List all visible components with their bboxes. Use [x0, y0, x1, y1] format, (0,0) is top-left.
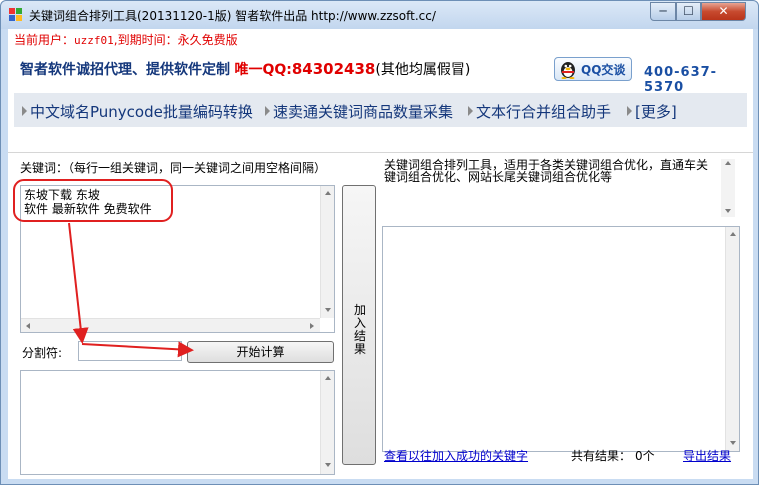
start-calculate-button[interactable]: 开始计算 — [187, 341, 334, 363]
chevron-right-icon — [468, 106, 473, 116]
chevron-right-icon — [22, 106, 27, 116]
nav-item-aliexpress[interactable]: 速卖通关键词商品数量采集 — [273, 101, 453, 122]
scroll-right-icon[interactable] — [310, 323, 314, 329]
calc-output-textarea[interactable] — [20, 370, 335, 475]
minimize-button[interactable]: ─ — [650, 2, 676, 21]
app-window: 关键词组合排列工具(20131120-1版) 智者软件出品 http://www… — [0, 0, 759, 485]
results-textarea[interactable] — [382, 226, 740, 452]
output-vscroll[interactable] — [320, 371, 334, 474]
promo-slogan: 智者软件诚招代理、提供软件定制 — [20, 62, 230, 78]
keywords-textarea[interactable]: 东坡下载 东坡 软件 最新软件 免费软件 — [20, 185, 335, 333]
result-count-label: 共有结果： — [571, 449, 632, 463]
separator-input[interactable] — [78, 341, 182, 361]
expire-label: ,到期时间： — [113, 33, 178, 47]
qq-prefix: 唯一QQ: — [234, 62, 292, 78]
promo-suffix: (其他均属假冒) — [375, 62, 471, 78]
promo-line: 智者软件诚招代理、提供软件定制 唯一QQ:84302438(其他均属假冒) — [20, 59, 470, 79]
separator-label: 分割符: — [22, 346, 63, 360]
add-result-button[interactable]: 加入结果 — [342, 185, 376, 465]
qq-penguin-icon — [561, 62, 575, 79]
tool-description: 关键词组合排列工具，适用于各类关键词组合优化，直通车关键词组合优化、网站长尾关键… — [384, 158, 709, 184]
qq-number: 84302438 — [291, 60, 376, 78]
nav-item-text-merge[interactable]: 文本行合并组合助手 — [476, 101, 611, 122]
nav-bar: 中文域名Punycode批量编码转换 速卖通关键词商品数量采集 文本行合并组合助… — [14, 93, 747, 127]
nav-item-more[interactable]: [更多] — [635, 101, 677, 122]
user-status-line: 当前用户：uzzf01,到期时间：永久免费版 — [14, 31, 238, 48]
scroll-down-icon[interactable] — [725, 209, 731, 213]
app-icon — [9, 8, 23, 22]
scroll-up-icon[interactable] — [325, 376, 331, 380]
expire-value: 永久免费版 — [177, 33, 238, 47]
keywords-vscroll[interactable] — [320, 186, 334, 318]
scroll-up-icon[interactable] — [730, 232, 736, 236]
close-button[interactable]: ✕ — [701, 2, 746, 21]
nav-item-punycode[interactable]: 中文域名Punycode批量编码转换 — [30, 101, 253, 122]
scroll-down-icon[interactable] — [730, 441, 736, 445]
user-label: 当前用户： — [14, 33, 75, 47]
export-link[interactable]: 导出结果 — [683, 447, 731, 464]
chevron-right-icon — [627, 106, 632, 116]
scroll-up-icon[interactable] — [325, 191, 331, 195]
result-count: 共有结果： 0个 — [571, 447, 655, 464]
window-title: 关键词组合排列工具(20131120-1版) 智者软件出品 http://www… — [29, 9, 436, 23]
divider — [8, 152, 753, 153]
results-vscroll[interactable] — [725, 227, 739, 451]
phone-number: 400-637-5370 — [644, 65, 718, 95]
user-name: uzzf01 — [74, 34, 114, 47]
history-link[interactable]: 查看以往加入成功的关键字 — [384, 447, 528, 464]
keywords-hscroll[interactable] — [21, 318, 320, 332]
keywords-line-1: 东坡下载 东坡 — [24, 188, 100, 202]
add-result-label: 加入结果 — [353, 303, 366, 356]
keywords-line-2: 软件 最新软件 免费软件 — [24, 202, 152, 216]
scroll-down-icon[interactable] — [325, 308, 331, 312]
qq-chat-label: QQ交谈 — [581, 63, 626, 77]
client-area: 当前用户：uzzf01,到期时间：永久免费版 智者软件诚招代理、提供软件定制 唯… — [8, 29, 753, 479]
keywords-label: 关键词：（每行一组关键词，同一关键词之间用空格间隔） — [20, 161, 327, 175]
title-bar[interactable]: 关键词组合排列工具(20131120-1版) 智者软件出品 http://www… — [1, 1, 758, 29]
result-count-value: 0个 — [635, 449, 655, 463]
scroll-up-icon[interactable] — [725, 161, 731, 165]
qq-chat-button[interactable]: QQ交谈 — [554, 57, 632, 81]
scroll-left-icon[interactable] — [26, 323, 30, 329]
maximize-button[interactable]: ☐ — [676, 2, 701, 21]
chevron-right-icon — [265, 106, 270, 116]
description-scroll[interactable] — [721, 159, 735, 217]
keywords-text: 东坡下载 东坡 软件 最新软件 免费软件 — [24, 188, 152, 216]
scroll-down-icon[interactable] — [325, 463, 331, 467]
